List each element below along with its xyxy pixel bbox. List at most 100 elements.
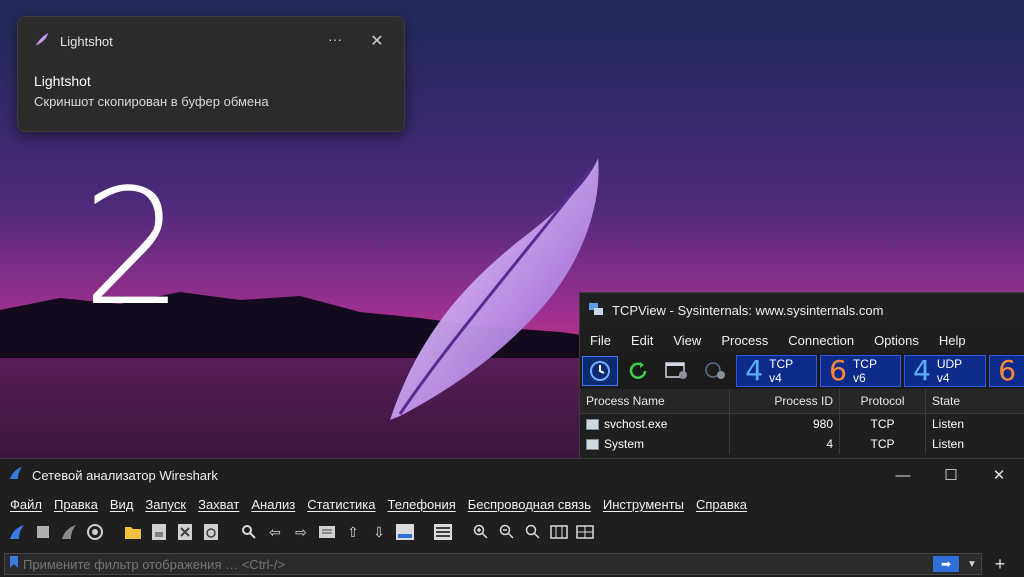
- more-dots-icon[interactable]: ···: [324, 31, 346, 51]
- find-packet-icon[interactable]: [238, 521, 260, 543]
- udp-v6-toggle[interactable]: 6: [989, 355, 1024, 387]
- tcpview-titlebar[interactable]: TCPView - Sysinternals: www.sysinternals…: [580, 293, 1024, 327]
- last-packet-icon[interactable]: ⇩: [368, 521, 390, 543]
- notification-header: Lightshot: [34, 31, 113, 51]
- capture-options-icon[interactable]: [84, 521, 106, 543]
- tcpview-menu-connection[interactable]: Connection: [778, 333, 864, 348]
- state-cell: Listen: [932, 417, 965, 431]
- zoom-in-icon[interactable]: [470, 521, 492, 543]
- colorize-icon[interactable]: [432, 521, 454, 543]
- wireshark-titlebar[interactable]: Сетевой анализатор Wireshark — ☐ ✕: [0, 459, 1024, 491]
- state-cell: Listen: [932, 437, 965, 451]
- tcpview-app-icon: [588, 302, 604, 319]
- protocol-cell: TCP: [840, 414, 926, 434]
- go-forward-icon[interactable]: ⇨: [290, 521, 312, 543]
- notification-app-name: Lightshot: [60, 33, 113, 49]
- lightshot-feather-icon: [34, 31, 50, 52]
- go-to-packet-icon[interactable]: [316, 521, 338, 543]
- process-cell: svchost.exe: [580, 414, 730, 434]
- tcp-v4-label: TCP v4: [769, 357, 793, 385]
- autoscroll-icon[interactable]: [394, 521, 416, 543]
- bookmark-icon[interactable]: [9, 555, 19, 574]
- reload-file-icon[interactable]: [200, 521, 222, 543]
- tcpview-menu-options[interactable]: Options: [864, 333, 929, 348]
- tcpview-menubar: File Edit View Process Connection Option…: [580, 327, 1024, 353]
- wireshark-fin-icon: [8, 465, 24, 486]
- resize-columns-icon[interactable]: [548, 521, 570, 543]
- tcpview-menu-help[interactable]: Help: [929, 333, 976, 348]
- go-back-icon[interactable]: ⇦: [264, 521, 286, 543]
- add-filter-button-icon[interactable]: +: [989, 553, 1011, 575]
- tcpview-title: TCPView - Sysinternals: www.sysinternals…: [612, 302, 884, 318]
- zoom-out-icon[interactable]: [496, 521, 518, 543]
- tcpview-window[interactable]: TCPView - Sysinternals: www.sysinternals…: [579, 292, 1024, 464]
- apply-filter-arrow-icon[interactable]: ➡: [933, 556, 959, 572]
- display-filter-input[interactable]: [19, 555, 933, 573]
- menu-telephony[interactable]: Телефония: [382, 497, 462, 512]
- refresh-icon[interactable]: [621, 356, 657, 386]
- table-row[interactable]: System 4 TCP Listen: [580, 434, 1024, 454]
- menu-analyze[interactable]: Анализ: [245, 497, 301, 512]
- menu-edit[interactable]: Правка: [48, 497, 104, 512]
- menu-tools[interactable]: Инструменты: [597, 497, 690, 512]
- tcpview-menu-edit[interactable]: Edit: [621, 333, 663, 348]
- menu-wireless[interactable]: Беспроводная связь: [462, 497, 597, 512]
- wireshark-toolbar: ⇦ ⇨ ⇧ ⇩: [0, 517, 1024, 547]
- open-file-icon[interactable]: [122, 521, 144, 543]
- process-icon: [586, 418, 599, 430]
- tcp-v6-label: TCP v6: [852, 357, 877, 385]
- tcp-v6-number: 6: [829, 354, 847, 387]
- display-filter-bar: ➡ ▼ +: [0, 551, 1024, 577]
- udp-v4-label: UDP v4: [936, 357, 962, 385]
- column-state[interactable]: State: [926, 389, 1010, 413]
- tcp-v4-number: 4: [745, 354, 764, 387]
- maximize-icon[interactable]: ☐: [928, 459, 974, 491]
- tcp-v6-toggle[interactable]: 6 TCP v6: [820, 355, 901, 387]
- notification-message: Скриншот скопирован в буфер обмена: [34, 94, 269, 109]
- udp-v6-number: 6: [998, 354, 1017, 387]
- column-process-name[interactable]: Process Name: [580, 389, 730, 413]
- tcpview-menu-process[interactable]: Process: [711, 333, 778, 348]
- udp-v4-number: 4: [913, 354, 931, 387]
- lightshot-notification[interactable]: Lightshot ··· ✕ Lightshot Скриншот скопи…: [17, 16, 405, 132]
- wireshark-menubar: Файл Правка Вид Запуск Захват Анализ Ста…: [0, 491, 1024, 517]
- tcpview-toolbar: 4 TCP v4 6 TCP v6 4 UDP v4 6: [580, 353, 1024, 389]
- display-filter-box: ➡ ▼: [4, 553, 982, 575]
- clock-refresh-icon[interactable]: [582, 356, 618, 386]
- pid-cell: 980: [730, 414, 840, 434]
- close-file-icon[interactable]: [174, 521, 196, 543]
- stop-capture-icon[interactable]: [32, 521, 54, 543]
- chevron-down-icon[interactable]: ▼: [963, 559, 981, 570]
- minimize-icon[interactable]: —: [880, 459, 926, 491]
- layout-icon[interactable]: [574, 521, 596, 543]
- process-name: svchost.exe: [604, 417, 668, 431]
- wallpaper-numeral: 2: [82, 154, 184, 341]
- normal-size-icon[interactable]: [522, 521, 544, 543]
- filter-settings-icon[interactable]: [698, 356, 734, 386]
- table-row[interactable]: svchost.exe 980 TCP Listen: [580, 414, 1024, 434]
- menu-view[interactable]: Вид: [104, 497, 140, 512]
- tcpview-menu-view[interactable]: View: [663, 333, 711, 348]
- menu-capture[interactable]: Захват: [192, 497, 245, 512]
- tcpview-menu-file[interactable]: File: [580, 333, 621, 348]
- menu-file[interactable]: Файл: [4, 497, 48, 512]
- wireshark-window[interactable]: Сетевой анализатор Wireshark — ☐ ✕ Файл …: [0, 458, 1024, 577]
- restart-capture-icon[interactable]: [58, 521, 80, 543]
- tcp-v4-toggle[interactable]: 4 TCP v4: [736, 354, 818, 387]
- column-protocol[interactable]: Protocol: [840, 389, 926, 413]
- start-capture-icon[interactable]: [6, 521, 28, 543]
- process-icon: [586, 438, 599, 450]
- pid-cell: 4: [730, 434, 840, 454]
- udp-v4-toggle[interactable]: 4 UDP v4: [904, 354, 987, 387]
- close-icon[interactable]: ✕: [366, 31, 388, 51]
- process-name: System: [604, 437, 645, 451]
- first-packet-icon[interactable]: ⇧: [342, 521, 364, 543]
- column-process-id[interactable]: Process ID: [730, 389, 840, 413]
- menu-help[interactable]: Справка: [690, 497, 753, 512]
- settings-icon[interactable]: [659, 356, 695, 386]
- tcpview-table-header: Process Name Process ID Protocol State: [580, 389, 1024, 414]
- menu-go[interactable]: Запуск: [139, 497, 192, 512]
- save-file-icon[interactable]: [148, 521, 170, 543]
- close-icon[interactable]: ✕: [976, 459, 1022, 491]
- menu-statistics[interactable]: Статистика: [301, 497, 381, 512]
